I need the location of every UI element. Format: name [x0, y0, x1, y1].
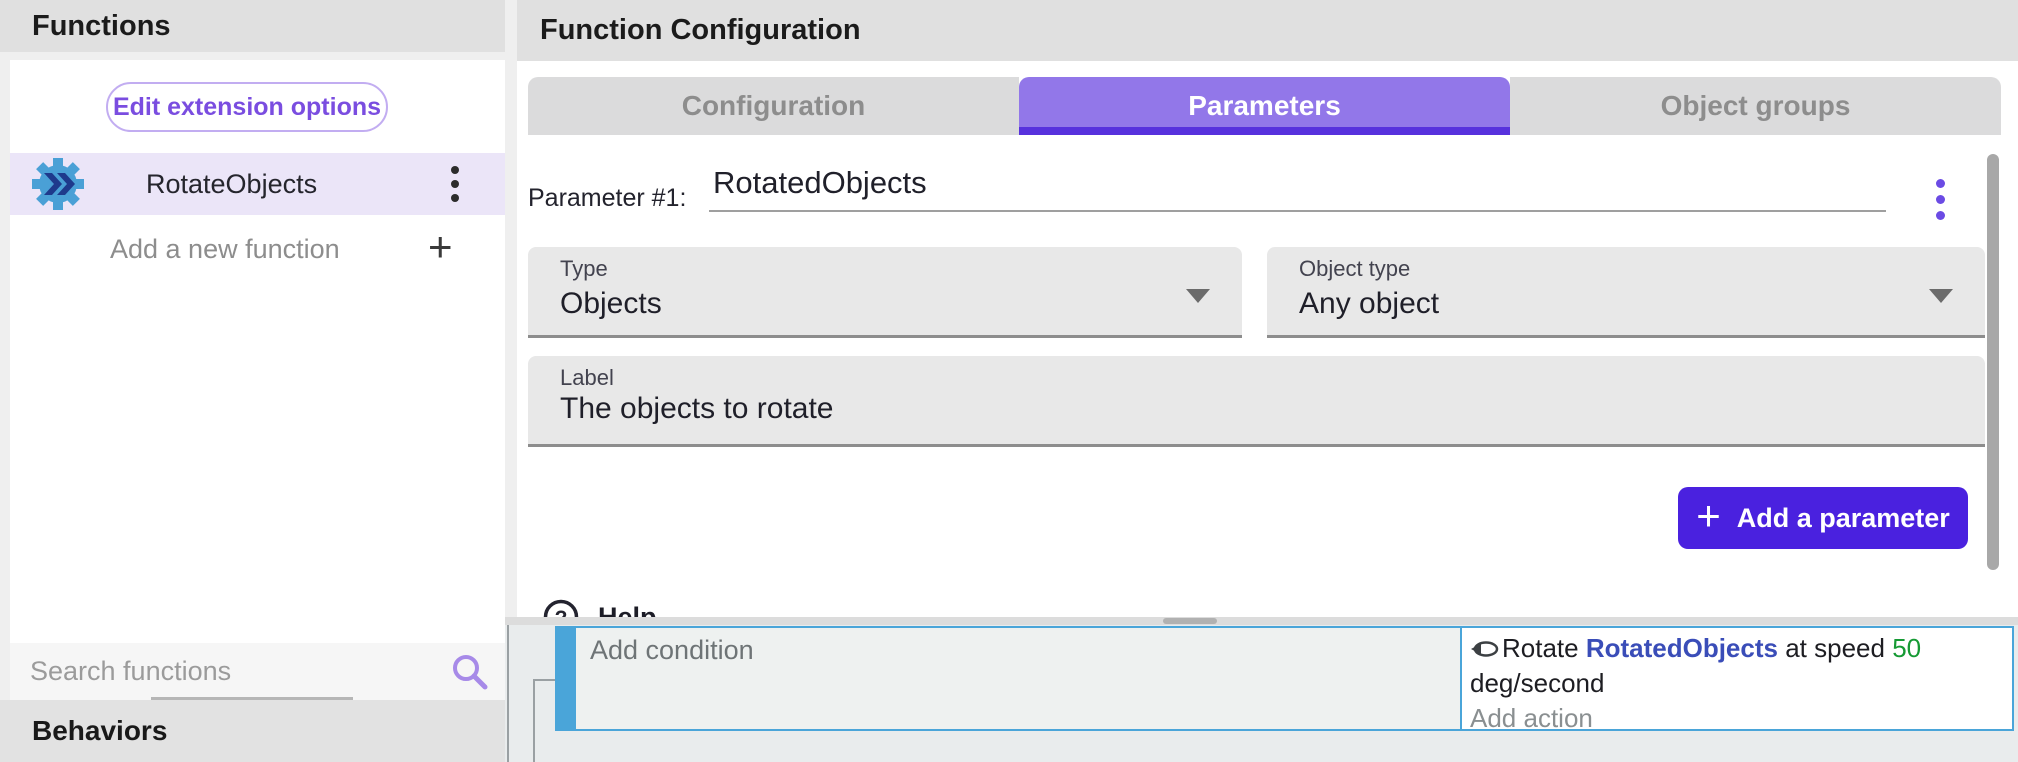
object-type-select-label: Object type	[1299, 256, 1410, 282]
behaviors-section-header: Behaviors	[0, 700, 505, 762]
search-icon	[450, 652, 490, 692]
behaviors-title: Behaviors	[32, 700, 167, 762]
subevent-connector-line	[533, 679, 535, 762]
search-functions-bar	[10, 643, 505, 700]
plus-icon: +	[1696, 495, 1721, 537]
object-type-select-value: Any object	[1299, 287, 1439, 321]
action-object-name: RotatedObjects	[1586, 633, 1778, 663]
function-gear-icon	[32, 158, 84, 210]
edit-extension-options-label: Edit extension options	[113, 93, 381, 122]
function-configuration-header: Function Configuration	[517, 0, 2018, 61]
label-field-label: Label	[560, 365, 614, 391]
add-function-label: Add a new function	[110, 217, 340, 281]
events-panel-divider	[505, 617, 2018, 625]
type-select-value: Objects	[560, 287, 662, 321]
add-parameter-label: Add a parameter	[1737, 503, 1950, 534]
function-configuration-title: Function Configuration	[540, 0, 861, 61]
chevron-down-icon	[1929, 289, 1953, 303]
event-row: Add condition Rotate RotatedObjects at s…	[574, 626, 2014, 731]
tab-object-groups[interactable]: Object groups	[1510, 77, 2001, 135]
events-left-border	[507, 625, 509, 762]
add-parameter-button[interactable]: + Add a parameter	[1678, 487, 1968, 549]
chevron-down-icon	[1186, 289, 1210, 303]
event-selection-bar	[555, 626, 574, 731]
parameter-menu-button[interactable]	[1930, 173, 1950, 225]
add-function-row[interactable]: Add a new function +	[10, 217, 505, 281]
tab-configuration[interactable]: Configuration	[528, 77, 1019, 135]
tab-parameters[interactable]: Parameters	[1019, 77, 1510, 135]
action-text-middle: at speed	[1778, 633, 1892, 663]
functions-panel-header: Functions	[0, 0, 505, 52]
active-tab-indicator	[1019, 127, 1510, 135]
rotate-action-icon	[1470, 638, 1500, 660]
events-panel-drag-handle[interactable]	[1163, 618, 1217, 624]
action-item[interactable]: Rotate RotatedObjects at speed 50 deg/se…	[1470, 631, 2004, 701]
search-functions-input[interactable]	[30, 643, 420, 700]
type-select-label: Type	[560, 256, 608, 282]
parameter-name-input[interactable]	[709, 165, 1886, 212]
function-item-label: RotateObjects	[146, 153, 317, 215]
object-type-select[interactable]: Object type Any object	[1267, 247, 1985, 338]
add-condition-link[interactable]: Add condition	[590, 635, 754, 666]
function-item-menu-button[interactable]	[440, 153, 470, 215]
action-text-suffix: deg/second	[1470, 668, 1604, 698]
vertical-scrollbar-thumb[interactable]	[1987, 154, 1999, 570]
parameter-number-label: Parameter #1:	[528, 184, 686, 213]
add-action-link[interactable]: Add action	[1470, 701, 2004, 735]
functions-panel: Edit extension options RotateObjects Add…	[10, 60, 505, 762]
add-function-plus-icon: +	[428, 217, 453, 277]
edit-extension-options-button[interactable]: Edit extension options	[106, 82, 388, 132]
events-sheet: Add condition Rotate RotatedObjects at s…	[505, 625, 2018, 762]
event-conditions-area[interactable]: Add condition	[576, 628, 1460, 729]
label-field: Label	[528, 356, 1985, 447]
type-select[interactable]: Type Objects	[528, 247, 1242, 338]
label-field-input[interactable]	[560, 392, 1940, 426]
action-text-prefix: Rotate	[1502, 633, 1586, 663]
action-speed-value: 50	[1892, 633, 1921, 663]
tab-bar: Configuration Parameters Object groups	[528, 77, 2001, 135]
event-actions-area: Rotate RotatedObjects at speed 50 deg/se…	[1460, 628, 2012, 729]
function-list-item-rotateobjects[interactable]: RotateObjects	[10, 153, 505, 215]
events-sheet-panel: Add condition Rotate RotatedObjects at s…	[505, 617, 2018, 762]
functions-title: Functions	[32, 0, 171, 52]
